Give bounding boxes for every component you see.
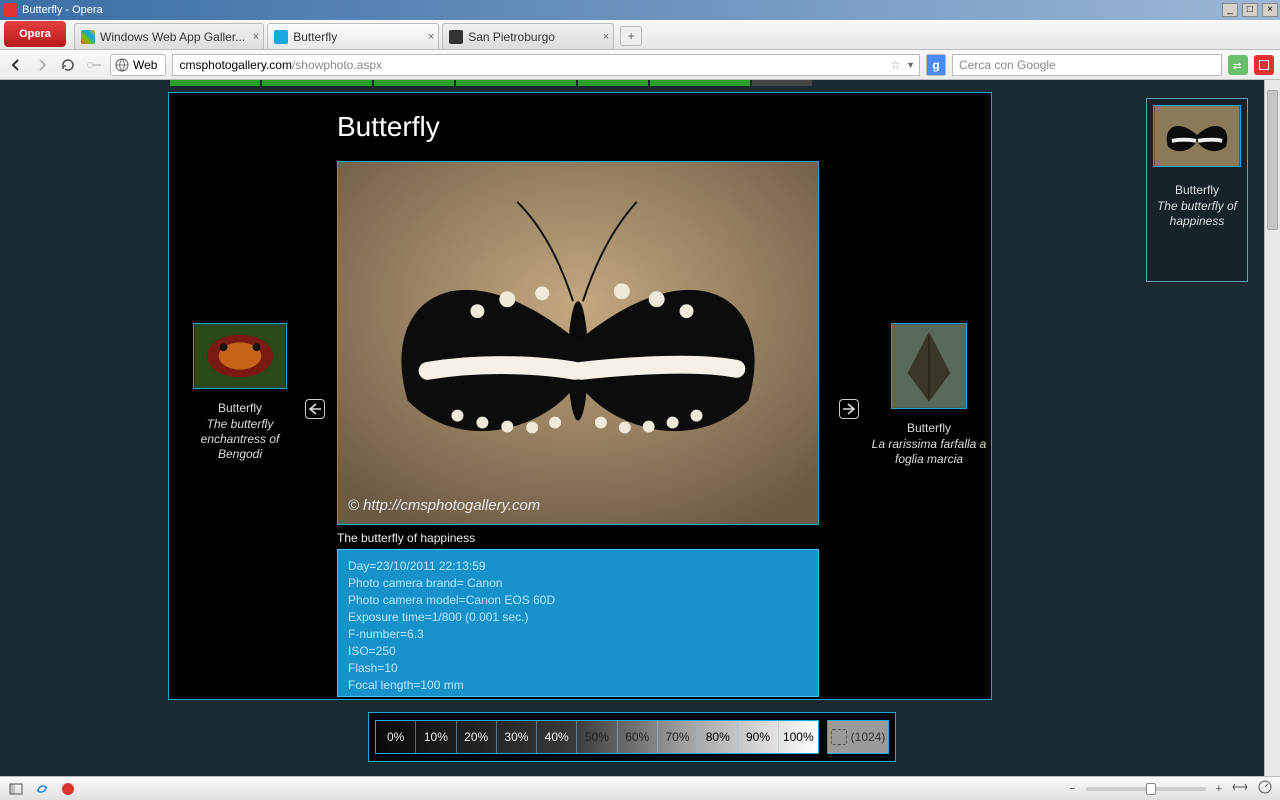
zoom-0[interactable]: 0% — [376, 721, 416, 753]
panel-toggle-icon[interactable] — [8, 781, 24, 797]
tab-close-button[interactable]: × — [603, 31, 609, 43]
next-photo-button[interactable] — [839, 399, 859, 419]
google-search-engine-button[interactable]: g — [926, 54, 946, 76]
next-thumb-subtitle: La rarissima farfalla a foglia marcia — [871, 437, 987, 467]
url-path: /showphoto.aspx — [292, 58, 382, 72]
zoom-aux-label: (1024) — [851, 730, 886, 744]
tab-windows-web-app-gallery[interactable]: Windows Web App Galler... × — [74, 23, 264, 49]
extension-translate-icon[interactable]: ⇄ — [1228, 55, 1248, 75]
tab-label: San Pietroburgo — [468, 30, 555, 44]
bookmark-star-icon[interactable]: ☆ — [890, 58, 901, 72]
tab-label: Windows Web App Galler... — [100, 30, 245, 44]
search-placeholder: Cerca con Google — [959, 58, 1056, 72]
back-button[interactable] — [6, 55, 26, 75]
zoom-toolbar: 0% 10% 20% 30% 40% 50% 60% 70% 80% 90% 1… — [368, 712, 896, 762]
zoom-slider-knob[interactable] — [1146, 783, 1156, 795]
zoom-30[interactable]: 30% — [497, 721, 537, 753]
window-titlebar: Butterfly - Opera _ □ × — [0, 0, 1280, 20]
zoom-10[interactable]: 10% — [416, 721, 456, 753]
tab-strip: Opera Windows Web App Galler... × Butter… — [0, 20, 1280, 50]
status-bar: − + — [0, 776, 1280, 800]
prev-thumb-image — [193, 323, 287, 389]
opera-app-icon — [4, 3, 18, 17]
nav-toolbar: Web cmsphotogallery.com/showphoto.aspx ☆… — [0, 50, 1280, 80]
window-minimize-button[interactable]: _ — [1222, 3, 1238, 17]
next-thumb-title: Butterfly — [871, 421, 987, 435]
zoom-70[interactable]: 70% — [658, 721, 698, 753]
zoom-60[interactable]: 60% — [618, 721, 658, 753]
photo-viewer-frame: Butterfly — [168, 92, 992, 700]
tab-butterfly[interactable]: Butterfly × — [267, 23, 439, 49]
opera-menu-button[interactable]: Opera — [4, 21, 66, 47]
related-thumb-subtitle: The butterfly of happiness — [1153, 199, 1241, 229]
prev-thumb-subtitle: The butterfly enchantress of Bengodi — [177, 417, 303, 462]
exif-iso: ISO=250 — [348, 643, 808, 660]
exif-focal: Focal length=100 mm — [348, 677, 808, 694]
zoom-in-icon[interactable]: + — [1216, 783, 1222, 795]
window-title: Butterfly - Opera — [22, 4, 103, 16]
site-icon — [274, 30, 288, 44]
context-web-chip[interactable]: Web — [110, 54, 166, 76]
tab-close-button[interactable]: × — [253, 31, 259, 43]
context-label: Web — [133, 58, 157, 72]
tab-san-pietroburgo[interactable]: San Pietroburgo × — [442, 23, 614, 49]
reload-button[interactable] — [58, 55, 78, 75]
zoom-40[interactable]: 40% — [537, 721, 577, 753]
url-host: cmsphotogallery.com — [179, 58, 292, 72]
zoom-100[interactable]: 100% — [779, 721, 818, 753]
fit-width-icon[interactable] — [1232, 781, 1248, 796]
url-dropdown-icon[interactable]: ▼ — [906, 60, 915, 70]
sync-icon[interactable] — [34, 781, 50, 797]
exif-model: Photo camera model=Canon EOS 60D — [348, 592, 808, 609]
related-thumbnail-panel[interactable]: Butterfly The butterfly of happiness — [1146, 98, 1248, 282]
window-maximize-button[interactable]: □ — [1242, 3, 1258, 17]
forward-button[interactable] — [32, 55, 52, 75]
watermark: © http://cmsphotogallery.com — [348, 497, 540, 514]
related-thumb-image — [1153, 105, 1241, 167]
related-thumb-title: Butterfly — [1153, 183, 1241, 197]
main-photo[interactable]: © http://cmsphotogallery.com — [337, 161, 819, 525]
prev-photo-button[interactable] — [305, 399, 325, 419]
vertical-scrollbar[interactable] — [1264, 80, 1280, 776]
wand-button[interactable] — [84, 55, 104, 75]
exif-exposure: Exposure time=1/800 (0.001 sec.) — [348, 609, 808, 626]
page-content: Butterfly — [0, 80, 1264, 776]
photo-title: Butterfly — [169, 93, 991, 151]
prev-thumb-title: Butterfly — [177, 401, 303, 415]
exif-brand: Photo camera brand= Canon — [348, 575, 808, 592]
zoom-20[interactable]: 20% — [457, 721, 497, 753]
zoom-scale: 0% 10% 20% 30% 40% 50% 60% 70% 80% 90% 1… — [375, 720, 819, 754]
turbo-icon[interactable] — [1258, 780, 1272, 797]
site-nav-remnant — [0, 80, 1264, 86]
zoom-out-icon[interactable]: − — [1069, 783, 1075, 795]
scrollbar-thumb[interactable] — [1267, 90, 1278, 230]
search-box[interactable]: Cerca con Google — [952, 54, 1222, 76]
zoom-slider[interactable] — [1086, 787, 1206, 791]
tab-close-button[interactable]: × — [428, 31, 434, 43]
tab-label: Butterfly — [293, 30, 337, 44]
zoom-50[interactable]: 50% — [577, 721, 617, 753]
opera-link-icon[interactable] — [60, 781, 76, 797]
next-thumb-image — [891, 323, 967, 409]
address-bar[interactable]: cmsphotogallery.com/showphoto.aspx ☆ ▼ — [172, 54, 920, 76]
new-tab-button[interactable]: + — [620, 26, 642, 46]
zoom-90[interactable]: 90% — [738, 721, 778, 753]
globe-icon — [115, 58, 129, 72]
svg-text:⇄: ⇄ — [1233, 61, 1241, 72]
zoom-fullsize-button[interactable]: (1024) — [827, 720, 889, 754]
window-close-button[interactable]: × — [1262, 3, 1278, 17]
exif-day: Day=23/10/2011 22:13:59 — [348, 558, 808, 575]
windows-icon — [81, 30, 95, 44]
extension-adblock-icon[interactable] — [1254, 55, 1274, 75]
next-thumbnail[interactable]: Butterfly La rarissima farfalla a foglia… — [871, 323, 987, 467]
zoom-80[interactable]: 80% — [698, 721, 738, 753]
prev-thumbnail[interactable]: Butterfly The butterfly enchantress of B… — [177, 323, 303, 462]
exif-panel: Day=23/10/2011 22:13:59 Photo camera bra… — [337, 549, 819, 697]
exif-fnumber: F-number=6.3 — [348, 626, 808, 643]
photo-caption: The butterfly of happiness — [337, 531, 475, 545]
expand-icon — [831, 729, 847, 745]
exif-flash: Flash=10 — [348, 660, 808, 677]
camera-icon — [449, 30, 463, 44]
